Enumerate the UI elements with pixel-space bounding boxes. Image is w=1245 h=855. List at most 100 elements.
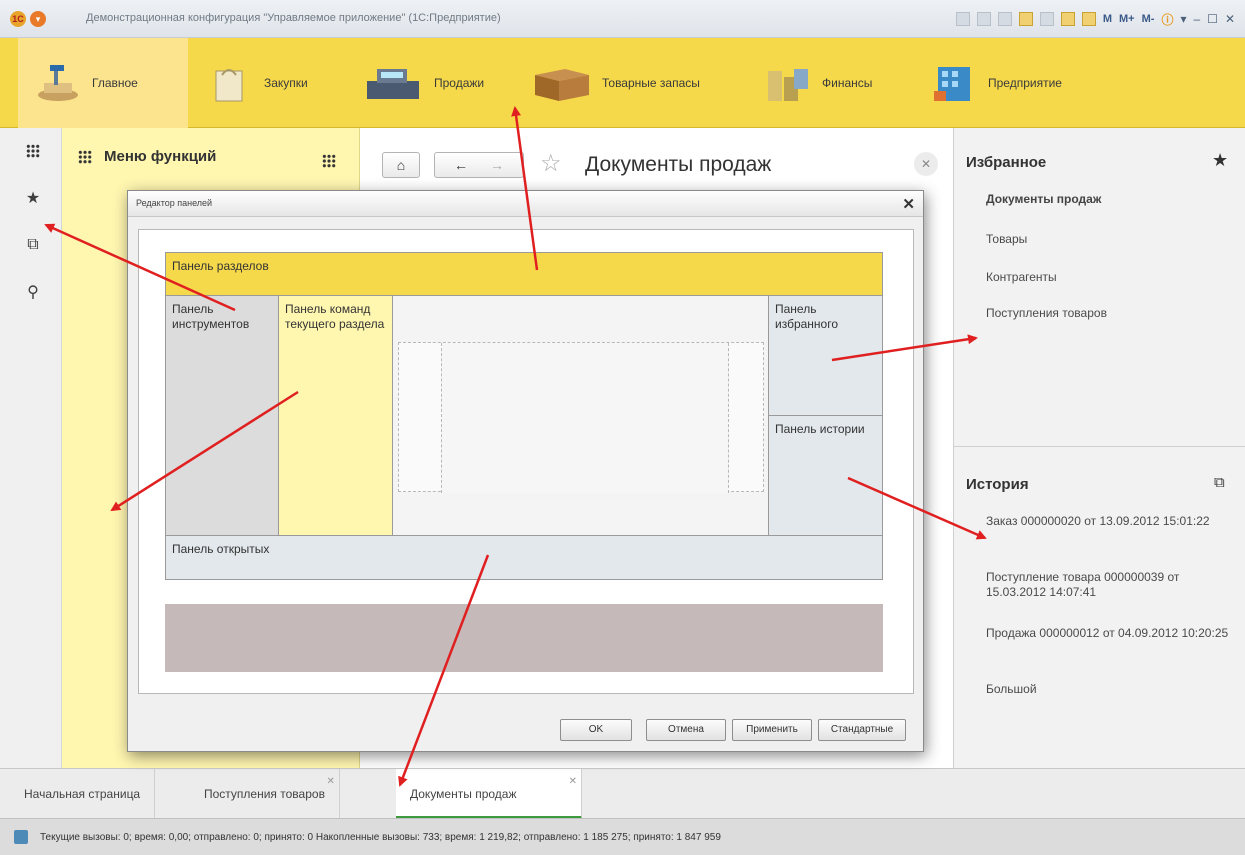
maximize-icon[interactable]: ☐ — [1207, 12, 1218, 26]
grid-icon — [78, 149, 92, 164]
dialog-title: Редактор панелей — [136, 198, 213, 208]
history-icon[interactable]: ⧉ — [22, 234, 44, 256]
cancel-button[interactable]: Отмена — [646, 719, 726, 741]
star-icon[interactable]: ★ — [22, 188, 44, 210]
favorites-item[interactable]: Товары — [986, 232, 1236, 247]
layout-panel-sections[interactable]: Панель разделов — [165, 252, 883, 296]
shopping-bag-icon — [215, 69, 243, 102]
forward-arrow-icon[interactable]: → — [490, 157, 504, 173]
panel-editor-dialog: Редактор панелей ✕ Панель разделов Панел… — [127, 190, 924, 752]
section-sales[interactable]: Продажи — [362, 38, 512, 128]
memory-button-m[interactable]: M — [1103, 13, 1112, 25]
titlebar-tools: M M+ M- ⓘ ▾ – ☐ ✕ — [955, 9, 1235, 29]
section-label: Товарные запасы — [602, 76, 700, 90]
section-label: Продажи — [434, 76, 485, 90]
tab-close-icon[interactable]: ✕ — [327, 757, 335, 807]
layout-panel-work-area — [393, 296, 769, 536]
back-icon[interactable] — [955, 12, 970, 26]
open-tab-sales-docs[interactable]: Документы продаж ✕ — [396, 769, 582, 819]
app-logo-icon[interactable]: 1С — [10, 11, 26, 27]
info-dropdown-icon[interactable]: ▾ — [1180, 12, 1186, 26]
layout-panel-section-commands[interactable]: Панель команд текущего раздела — [279, 296, 393, 536]
home-button[interactable]: ⌂ — [382, 152, 420, 178]
document-title: Документы продаж — [585, 153, 772, 176]
building-icon — [934, 67, 970, 101]
favorites-item[interactable]: Поступления товаров — [986, 306, 1236, 321]
tab-label: Начальная страница — [24, 787, 141, 801]
box-icon — [535, 69, 589, 101]
back-arrow-icon[interactable]: ← — [454, 157, 468, 173]
tab-label: Документы продаж — [410, 787, 517, 801]
section-purchases[interactable]: Закупки — [206, 38, 346, 128]
function-menu-title: Меню функций — [104, 148, 217, 165]
layout-work-area-inner — [441, 343, 729, 493]
history-item[interactable]: Заказ 000000020 от 13.09.2012 15:01:22 — [986, 514, 1236, 529]
layout-panel-history[interactable]: Панель истории — [769, 416, 883, 536]
tools-panel: ★ ⧉ ⚲ — [0, 128, 62, 768]
memory-button-m-minus[interactable]: M- — [1142, 13, 1155, 25]
status-text: Текущие вызовы: 0; время: 0,00; отправле… — [40, 832, 721, 843]
section-label: Финансы — [822, 76, 873, 90]
favorites-item[interactable]: Документы продаж — [986, 192, 1236, 207]
history-title: История — [966, 476, 1029, 493]
cash-register-icon — [367, 69, 419, 99]
navigation-arrows: ← → — [434, 152, 524, 178]
favorites-title: Избранное — [966, 154, 1047, 171]
section-label: Предприятие — [988, 76, 1062, 90]
section-label: Главное — [92, 76, 138, 90]
close-window-icon[interactable]: ✕ — [1225, 12, 1235, 26]
minimize-icon[interactable]: – — [1193, 12, 1200, 26]
layout-work-area-frame — [398, 342, 764, 493]
panel-divider — [954, 446, 1245, 447]
layout-preview: Панель разделов Панель инструментов Пане… — [138, 229, 914, 694]
dialog-titlebar: Редактор панелей ✕ — [128, 191, 923, 217]
main-menu-icon[interactable]: ▾ — [30, 11, 46, 27]
link-icon[interactable] — [997, 12, 1012, 26]
history-item[interactable]: Большой — [986, 682, 1236, 697]
section-inventory[interactable]: Товарные запасы — [530, 38, 740, 128]
apply-button[interactable]: Применить — [732, 719, 812, 741]
close-document-icon[interactable]: ✕ — [914, 152, 938, 176]
function-menu-header[interactable]: Меню функций — [78, 148, 216, 165]
section-label: Закупки — [264, 76, 308, 90]
info-icon[interactable]: ⓘ — [1161, 11, 1173, 28]
open-tab-receipts[interactable]: Поступления товаров ✕ — [190, 769, 340, 819]
open-windows-panel: Начальная страница Поступления товаров ✕… — [0, 768, 1245, 819]
calendar-icon[interactable] — [1081, 12, 1096, 26]
defaults-button[interactable]: Стандартные — [818, 719, 906, 741]
layout-panel-favorites[interactable]: Панель избранного — [769, 296, 883, 416]
grid-icon[interactable] — [22, 140, 44, 162]
window-titlebar: 1С ▾ Демонстрационная конфигурация "Упра… — [0, 0, 1245, 38]
ok-button[interactable]: OK — [560, 719, 632, 741]
home-desk-icon — [38, 65, 78, 101]
history-item[interactable]: Продажа 000000012 от 04.09.2012 10:20:25 — [986, 626, 1236, 641]
history-icon[interactable]: ⧉ — [1214, 474, 1225, 491]
window-title: Демонстрационная конфигурация "Управляем… — [86, 12, 501, 24]
tab-label: Поступления товаров — [204, 787, 325, 801]
print-icon[interactable] — [1039, 12, 1054, 26]
status-bar: Текущие вызовы: 0; время: 0,00; отправле… — [0, 818, 1245, 855]
layout-panel-tools[interactable]: Панель инструментов — [165, 296, 279, 536]
right-panel: Избранное ★ Документы продаж Товары Конт… — [953, 128, 1245, 768]
dialog-close-icon[interactable]: ✕ — [902, 195, 915, 213]
unused-panels-area[interactable] — [165, 604, 883, 672]
history-item[interactable]: Поступление товара 000000039 от 15.03.20… — [986, 570, 1236, 600]
calculator-icon[interactable] — [1060, 12, 1075, 26]
layout-panel-open[interactable]: Панель открытых — [165, 536, 883, 580]
connection-icon[interactable] — [14, 830, 28, 844]
favorites-add-icon[interactable] — [1018, 12, 1033, 26]
tab-close-icon[interactable]: ✕ — [569, 757, 577, 807]
open-tab-home[interactable]: Начальная страница — [10, 769, 156, 819]
sections-panel: Главное Закупки Продажи Товарные запасы … — [0, 38, 1245, 128]
coins-icon — [768, 69, 808, 101]
memory-button-m-plus[interactable]: M+ — [1119, 13, 1135, 25]
forward-icon[interactable] — [976, 12, 991, 26]
menu-all-functions-icon[interactable] — [322, 154, 336, 168]
section-main[interactable]: Главное — [18, 38, 188, 128]
section-finance[interactable]: Финансы — [764, 38, 914, 128]
add-favorite-star-icon[interactable]: ☆ — [540, 149, 562, 178]
favorites-item[interactable]: Контрагенты — [986, 270, 1236, 285]
section-enterprise[interactable]: Предприятие — [930, 38, 1100, 128]
star-icon[interactable]: ★ — [1212, 150, 1228, 171]
search-icon[interactable]: ⚲ — [22, 282, 44, 304]
